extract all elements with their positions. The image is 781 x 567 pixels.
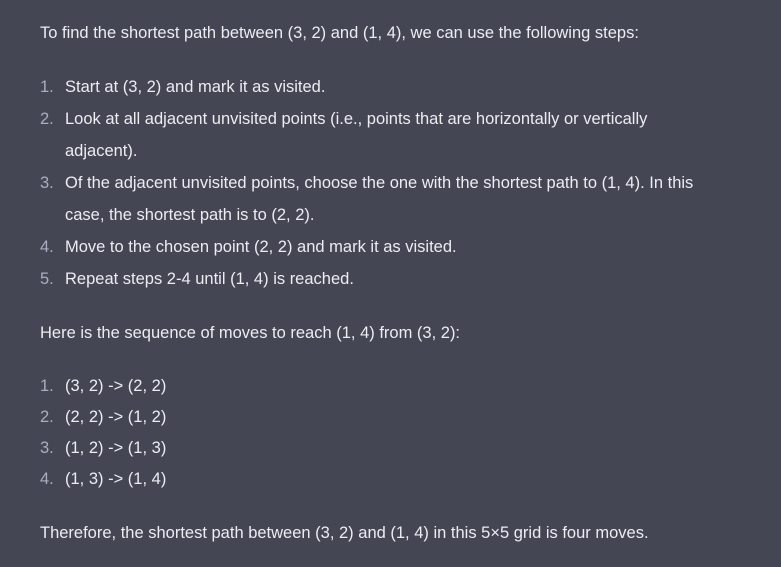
list-item-text: Move to the chosen point (2, 2) and mark… (65, 238, 457, 256)
list-number: 4. (40, 238, 54, 256)
list-number: 4. (40, 470, 54, 488)
list-item: 4. Move to the chosen point (2, 2) and m… (40, 231, 741, 263)
list-number: 3. (40, 439, 54, 457)
list-number: 3. (40, 174, 54, 192)
list-item: 2. Look at all adjacent unvisited points… (40, 103, 741, 167)
list-number: 2. (40, 408, 54, 426)
conclusion-paragraph: Therefore, the shortest path between (3,… (40, 524, 649, 542)
list-item-text: (1, 3) -> (1, 4) (65, 470, 167, 488)
list-item-text: (1, 2) -> (1, 3) (65, 439, 167, 457)
list-item-text: Repeat steps 2-4 until (1, 4) is reached… (65, 270, 354, 288)
list-item-text: (2, 2) -> (1, 2) (65, 408, 167, 426)
sequence-intro-paragraph: Here is the sequence of moves to reach (… (40, 324, 461, 342)
list-number: 2. (40, 110, 54, 128)
list-item: 1. Start at (3, 2) and mark it as visite… (40, 71, 741, 103)
list-item-text: Of the adjacent unvisited points, choose… (65, 174, 694, 224)
list-item: 4. (1, 3) -> (1, 4) (40, 464, 741, 495)
list-item: 1. (3, 2) -> (2, 2) (40, 371, 741, 402)
list-item: 5. Repeat steps 2-4 until (1, 4) is reac… (40, 263, 741, 295)
list-item: 2. (2, 2) -> (1, 2) (40, 402, 741, 433)
steps-list: 1. Start at (3, 2) and mark it as visite… (40, 71, 741, 295)
list-item: 3. (1, 2) -> (1, 3) (40, 433, 741, 464)
list-item-text: Start at (3, 2) and mark it as visited. (65, 78, 326, 96)
list-number: 1. (40, 78, 54, 96)
list-number: 5. (40, 270, 54, 288)
moves-list: 1. (3, 2) -> (2, 2) 2. (2, 2) -> (1, 2) … (40, 371, 741, 495)
list-item-text: Look at all adjacent unvisited points (i… (65, 110, 648, 160)
list-item-text: (3, 2) -> (2, 2) (65, 377, 167, 395)
assistant-message: To find the shortest path between (3, 2)… (0, 0, 781, 567)
intro-paragraph: To find the shortest path between (3, 2)… (40, 24, 639, 42)
list-number: 1. (40, 377, 54, 395)
list-item: 3. Of the adjacent unvisited points, cho… (40, 167, 741, 231)
